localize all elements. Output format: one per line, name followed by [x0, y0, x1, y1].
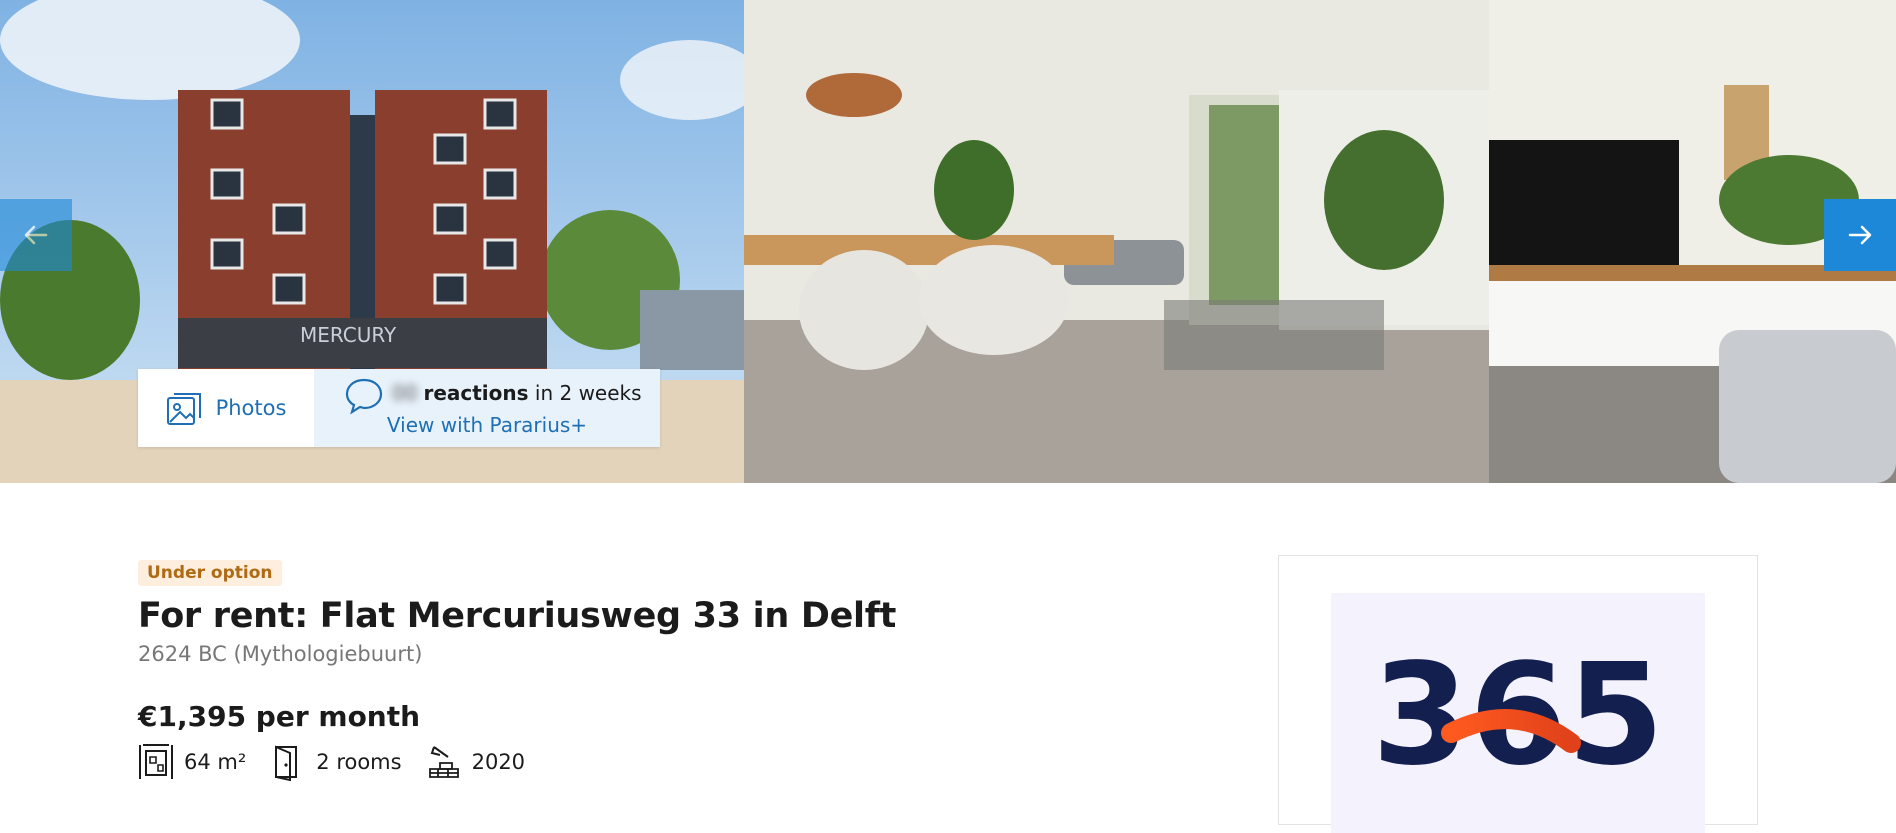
reactions-label: reactions [423, 381, 529, 405]
reactions-summary: 00 reactions in 2 weeks [392, 381, 642, 405]
gallery-previous-button[interactable] [0, 199, 72, 271]
reactions-count: 00 [392, 381, 418, 405]
feature-surface-area-value: 64 m² [184, 750, 247, 774]
feature-surface-area: 64 m² [138, 743, 246, 781]
svg-text:MERCURY: MERCURY [300, 323, 397, 347]
gallery-photo-living-room[interactable] [744, 0, 1489, 483]
feature-construction-year: 2020 [426, 743, 525, 781]
pararius-plus-link[interactable]: View with Pararius+ [314, 413, 660, 437]
surface-area-icon [139, 744, 173, 779]
advertisement-banner[interactable]: 365 [1331, 593, 1705, 833]
listing-title: For rent: Flat Mercuriusweg 33 in Delft [138, 596, 897, 636]
listing-address: 2624 BC (Mythologiebuurt) [138, 642, 423, 666]
construction-year-icon [428, 746, 459, 778]
door-icon [275, 745, 298, 781]
photos-button[interactable]: Photos [138, 369, 314, 447]
listing-features: 64 m² 2 rooms 2020 [138, 743, 1238, 781]
advertisement-logo: 365 [1372, 634, 1664, 797]
feature-construction-year-value: 2020 [471, 750, 526, 774]
gallery-action-bar: Photos 00 reactions in 2 weeks View with … [138, 369, 660, 447]
arrow-left-icon [24, 225, 48, 245]
listing-details: Under option For rent: Flat Mercuriusweg… [138, 560, 1238, 781]
chat-bubble-icon [345, 378, 383, 415]
photos-button-label: Photos [215, 396, 287, 420]
gallery-next-button[interactable] [1824, 199, 1896, 271]
arrow-right-icon [1848, 225, 1872, 245]
status-badge: Under option [138, 560, 282, 586]
photo-gallery: MERCURY Photos 00 reactions in 2 weeks V… [0, 0, 1896, 483]
feature-rooms-value: 2 rooms [316, 750, 402, 774]
photo-gallery-icon [166, 393, 201, 425]
reactions-panel[interactable]: 00 reactions in 2 weeks View with Parariu… [314, 369, 660, 447]
advertisement[interactable]: 365 [1278, 555, 1758, 833]
feature-rooms: 2 rooms [270, 743, 402, 781]
listing-price: €1,395 per month [138, 700, 421, 733]
reactions-period: in 2 weeks [534, 381, 642, 405]
